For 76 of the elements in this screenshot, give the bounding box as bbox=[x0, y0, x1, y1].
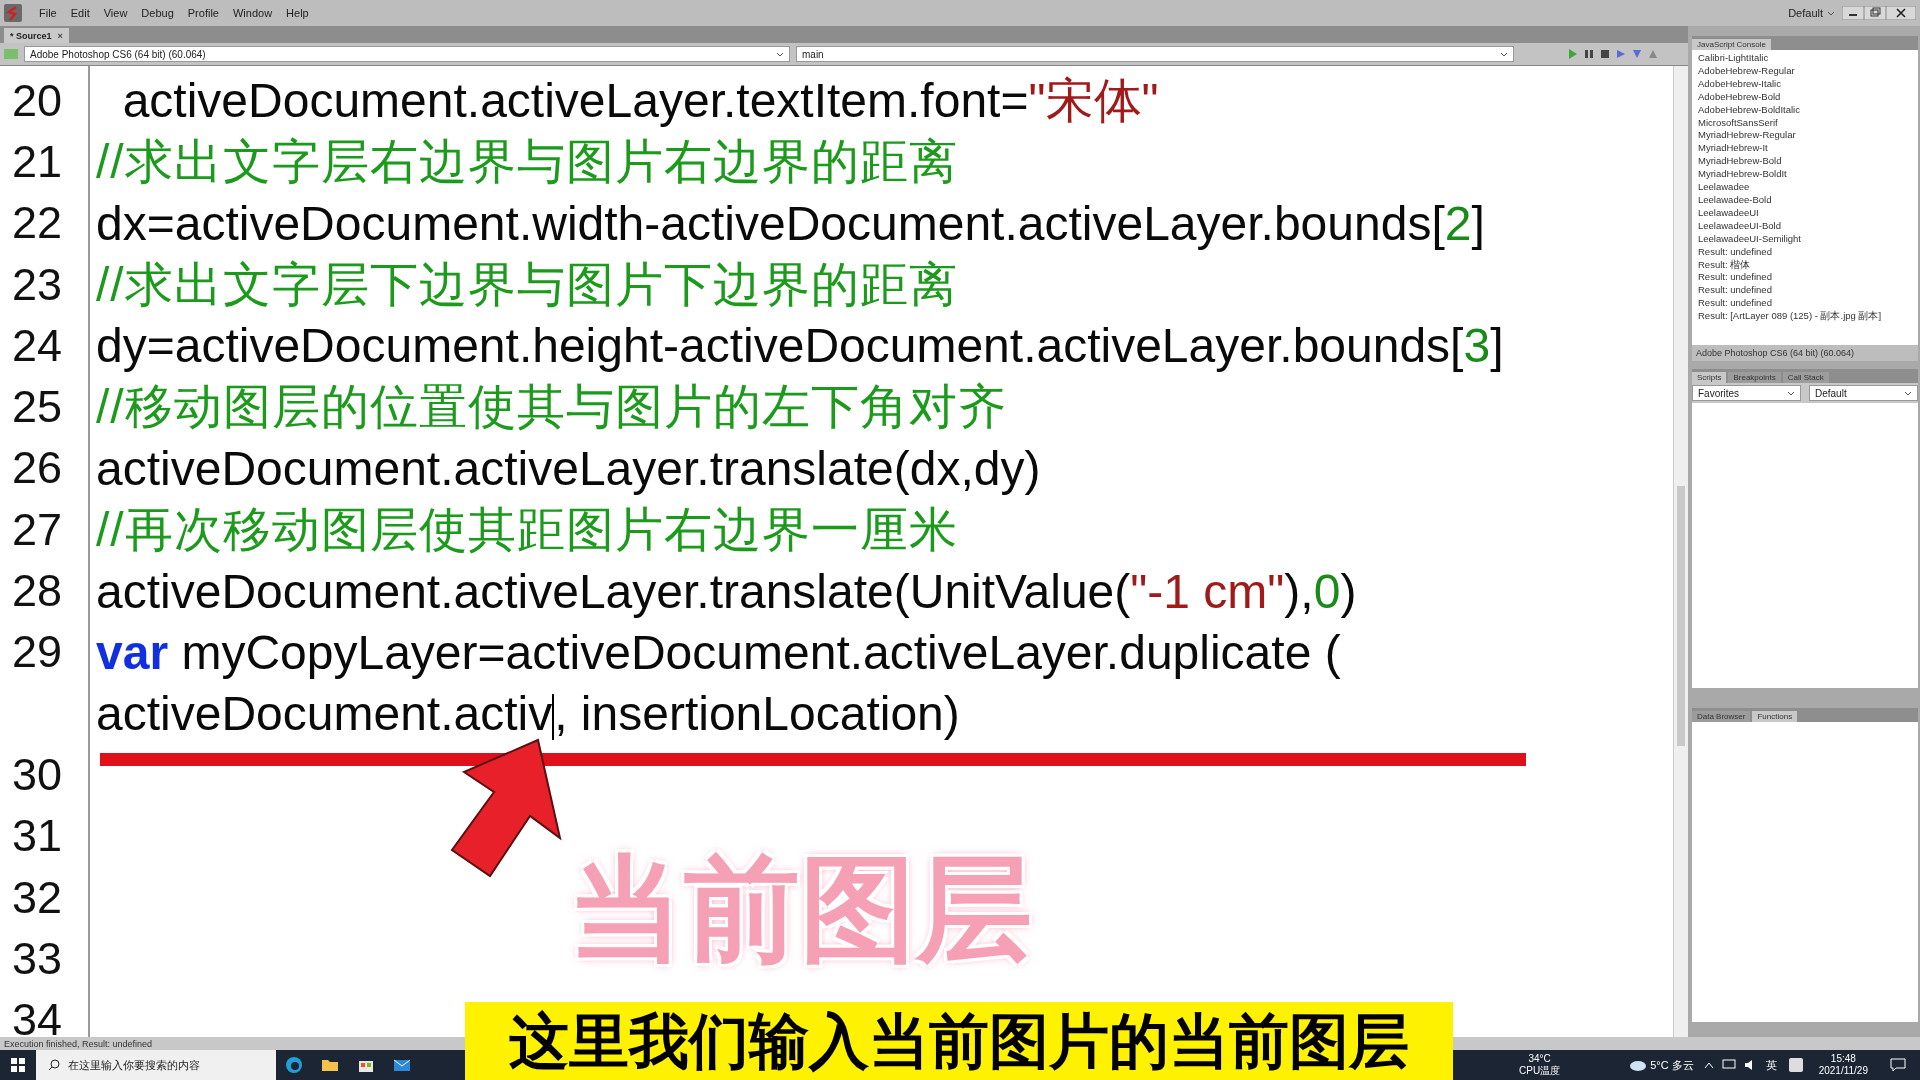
line-number: 22 bbox=[11, 197, 63, 250]
panel-tab[interactable]: JavaScript Console bbox=[1692, 39, 1771, 50]
scripts-select[interactable]: Default bbox=[1809, 385, 1918, 401]
line-number: 32 bbox=[11, 871, 63, 924]
line-number: 33 bbox=[11, 932, 63, 985]
menu-item[interactable]: Debug bbox=[134, 7, 181, 19]
panel-tab[interactable]: Breakpoints bbox=[1728, 372, 1781, 383]
document-tab[interactable]: * Source1 × bbox=[4, 28, 69, 43]
pause-icon[interactable] bbox=[1584, 48, 1594, 60]
scrollbar[interactable] bbox=[1673, 66, 1688, 1037]
cpu-temperature: 34°C CPU温度 bbox=[1519, 1053, 1561, 1077]
subtitle-caption: 这里我们输入当前图片的当前图层 bbox=[465, 1002, 1453, 1080]
cloud-icon bbox=[1628, 1059, 1647, 1071]
code-line: //再次移动图层使其距图片右边界一厘米 bbox=[96, 501, 958, 558]
chevron-icon bbox=[1787, 390, 1795, 396]
step-over-icon[interactable] bbox=[1616, 48, 1626, 60]
chevron-icon bbox=[1500, 51, 1508, 57]
notification-icon[interactable] bbox=[1890, 1058, 1906, 1072]
line-number: 24 bbox=[11, 319, 63, 372]
browser-icon[interactable] bbox=[284, 1055, 304, 1075]
menu-item[interactable]: View bbox=[96, 7, 135, 19]
line-number: 27 bbox=[11, 503, 63, 556]
app-logo-icon bbox=[4, 4, 22, 22]
function-select[interactable]: main bbox=[796, 46, 1514, 62]
windows-start-icon[interactable] bbox=[8, 1055, 28, 1075]
tray-app-icon[interactable] bbox=[1788, 1058, 1803, 1072]
taskbar-clock[interactable]: 15:48 2021/11/29 bbox=[1818, 1053, 1868, 1077]
workspace-dropdown[interactable]: Default bbox=[1781, 7, 1842, 19]
code-line: var myCopyLayer=activeDocument.activeLayer.duplicate ( bbox=[96, 624, 1341, 680]
target-app-select[interactable]: Adobe Photoshop CS6 (64 bit) (60.064) bbox=[24, 46, 790, 62]
line-number: 28 bbox=[11, 565, 63, 617]
menu-item[interactable]: Profile bbox=[180, 7, 226, 19]
line-number: 21 bbox=[11, 135, 63, 188]
callout-text: 当前图层 bbox=[568, 840, 1032, 978]
console-target-label: Adobe Photoshop CS6 (64 bit) (60.064) bbox=[1692, 345, 1918, 361]
chevron-up-icon[interactable] bbox=[1703, 1061, 1714, 1069]
panel-tab[interactable]: Data Browser bbox=[1692, 711, 1751, 722]
panel-tab[interactable]: Scripts bbox=[1692, 372, 1727, 383]
menu-item[interactable]: Help bbox=[279, 7, 316, 19]
console-output: Calibri-LightItalic AdobeHebrew-Regular AdobeHebrew-Italic AdobeHebrew-Bold AdobeHebrew-BoldItalic MicrosoftSansSerif MyriadHebrew-Regular MyriadHebrew-It MyriadHebrew-Bold MyriadHebrew-BoldIt Leelawadee Leelawadee-Bold LeelawadeeUI LeelawadeeUI-Bold LeelawadeeUI-Semilight Result: undefined Result: 楷体 Result: undefined Result: undefined Result: undefined Result: [ArtLayer 089 (125) - 副本.jpg 副本] bbox=[1692, 50, 1918, 345]
menu-item[interactable]: Window bbox=[225, 7, 280, 19]
menu-item[interactable]: File bbox=[32, 7, 64, 19]
code-line: activeDocument.activeLayer.textItem.font="宋体" bbox=[121, 72, 1159, 129]
line-number: 34 bbox=[11, 994, 63, 1037]
chevron-icon bbox=[1904, 390, 1912, 396]
step-into-icon[interactable] bbox=[1632, 48, 1642, 60]
input-method-indicator[interactable]: 英 bbox=[1765, 1057, 1777, 1073]
code-line: dx=activeDocument.width-activeDocument.activeLayer.bounds[2] bbox=[96, 195, 1485, 251]
line-number: 26 bbox=[11, 442, 63, 495]
code-line: activeDocument.activeLayer.translate(UnitValue("-1 cm"),0) bbox=[96, 563, 1357, 619]
panel-tab[interactable]: Call Stack bbox=[1782, 372, 1829, 383]
code-line: //移动图层的位置使其与图片的左下角对齐 bbox=[96, 379, 1007, 436]
minimize-icon[interactable] bbox=[1842, 6, 1864, 20]
line-number: 23 bbox=[11, 258, 63, 311]
taskbar-search-field[interactable]: 在这里输入你要搜索的内容 bbox=[36, 1050, 276, 1080]
line-number: 30 bbox=[11, 748, 63, 801]
chevron-icon bbox=[1827, 10, 1835, 16]
code-line: dy=activeDocument.height-activeDocument.activeLayer.bounds[3] bbox=[96, 318, 1504, 374]
menu-item[interactable]: Edit bbox=[63, 7, 97, 19]
chevron-icon bbox=[776, 51, 784, 57]
code-line: //求出文字层右边界与图片右边界的距离 bbox=[96, 133, 958, 190]
search-icon bbox=[48, 1059, 60, 1071]
line-number: 20 bbox=[11, 74, 63, 127]
panel-tab[interactable]: Functions bbox=[1752, 711, 1798, 722]
stop-icon[interactable] bbox=[1600, 48, 1610, 60]
weather-text: 5°C 多云 bbox=[1650, 1057, 1694, 1073]
restore-icon[interactable] bbox=[1864, 6, 1886, 20]
line-number: 29 bbox=[11, 626, 63, 679]
network-icon[interactable] bbox=[1721, 1059, 1736, 1071]
line-number: 25 bbox=[11, 381, 63, 434]
close-icon[interactable] bbox=[1886, 6, 1916, 20]
code-line: activeDocument.activeLayer.translate(dx,dy) bbox=[96, 440, 1041, 496]
scripts-select[interactable]: Favorites bbox=[1692, 385, 1801, 401]
line-number: 31 bbox=[11, 810, 63, 863]
code-line: //求出文字层下边界与图片下边界的距离 bbox=[96, 256, 958, 313]
code-line: activeDocument.activ, insertionLocation) bbox=[96, 686, 960, 742]
